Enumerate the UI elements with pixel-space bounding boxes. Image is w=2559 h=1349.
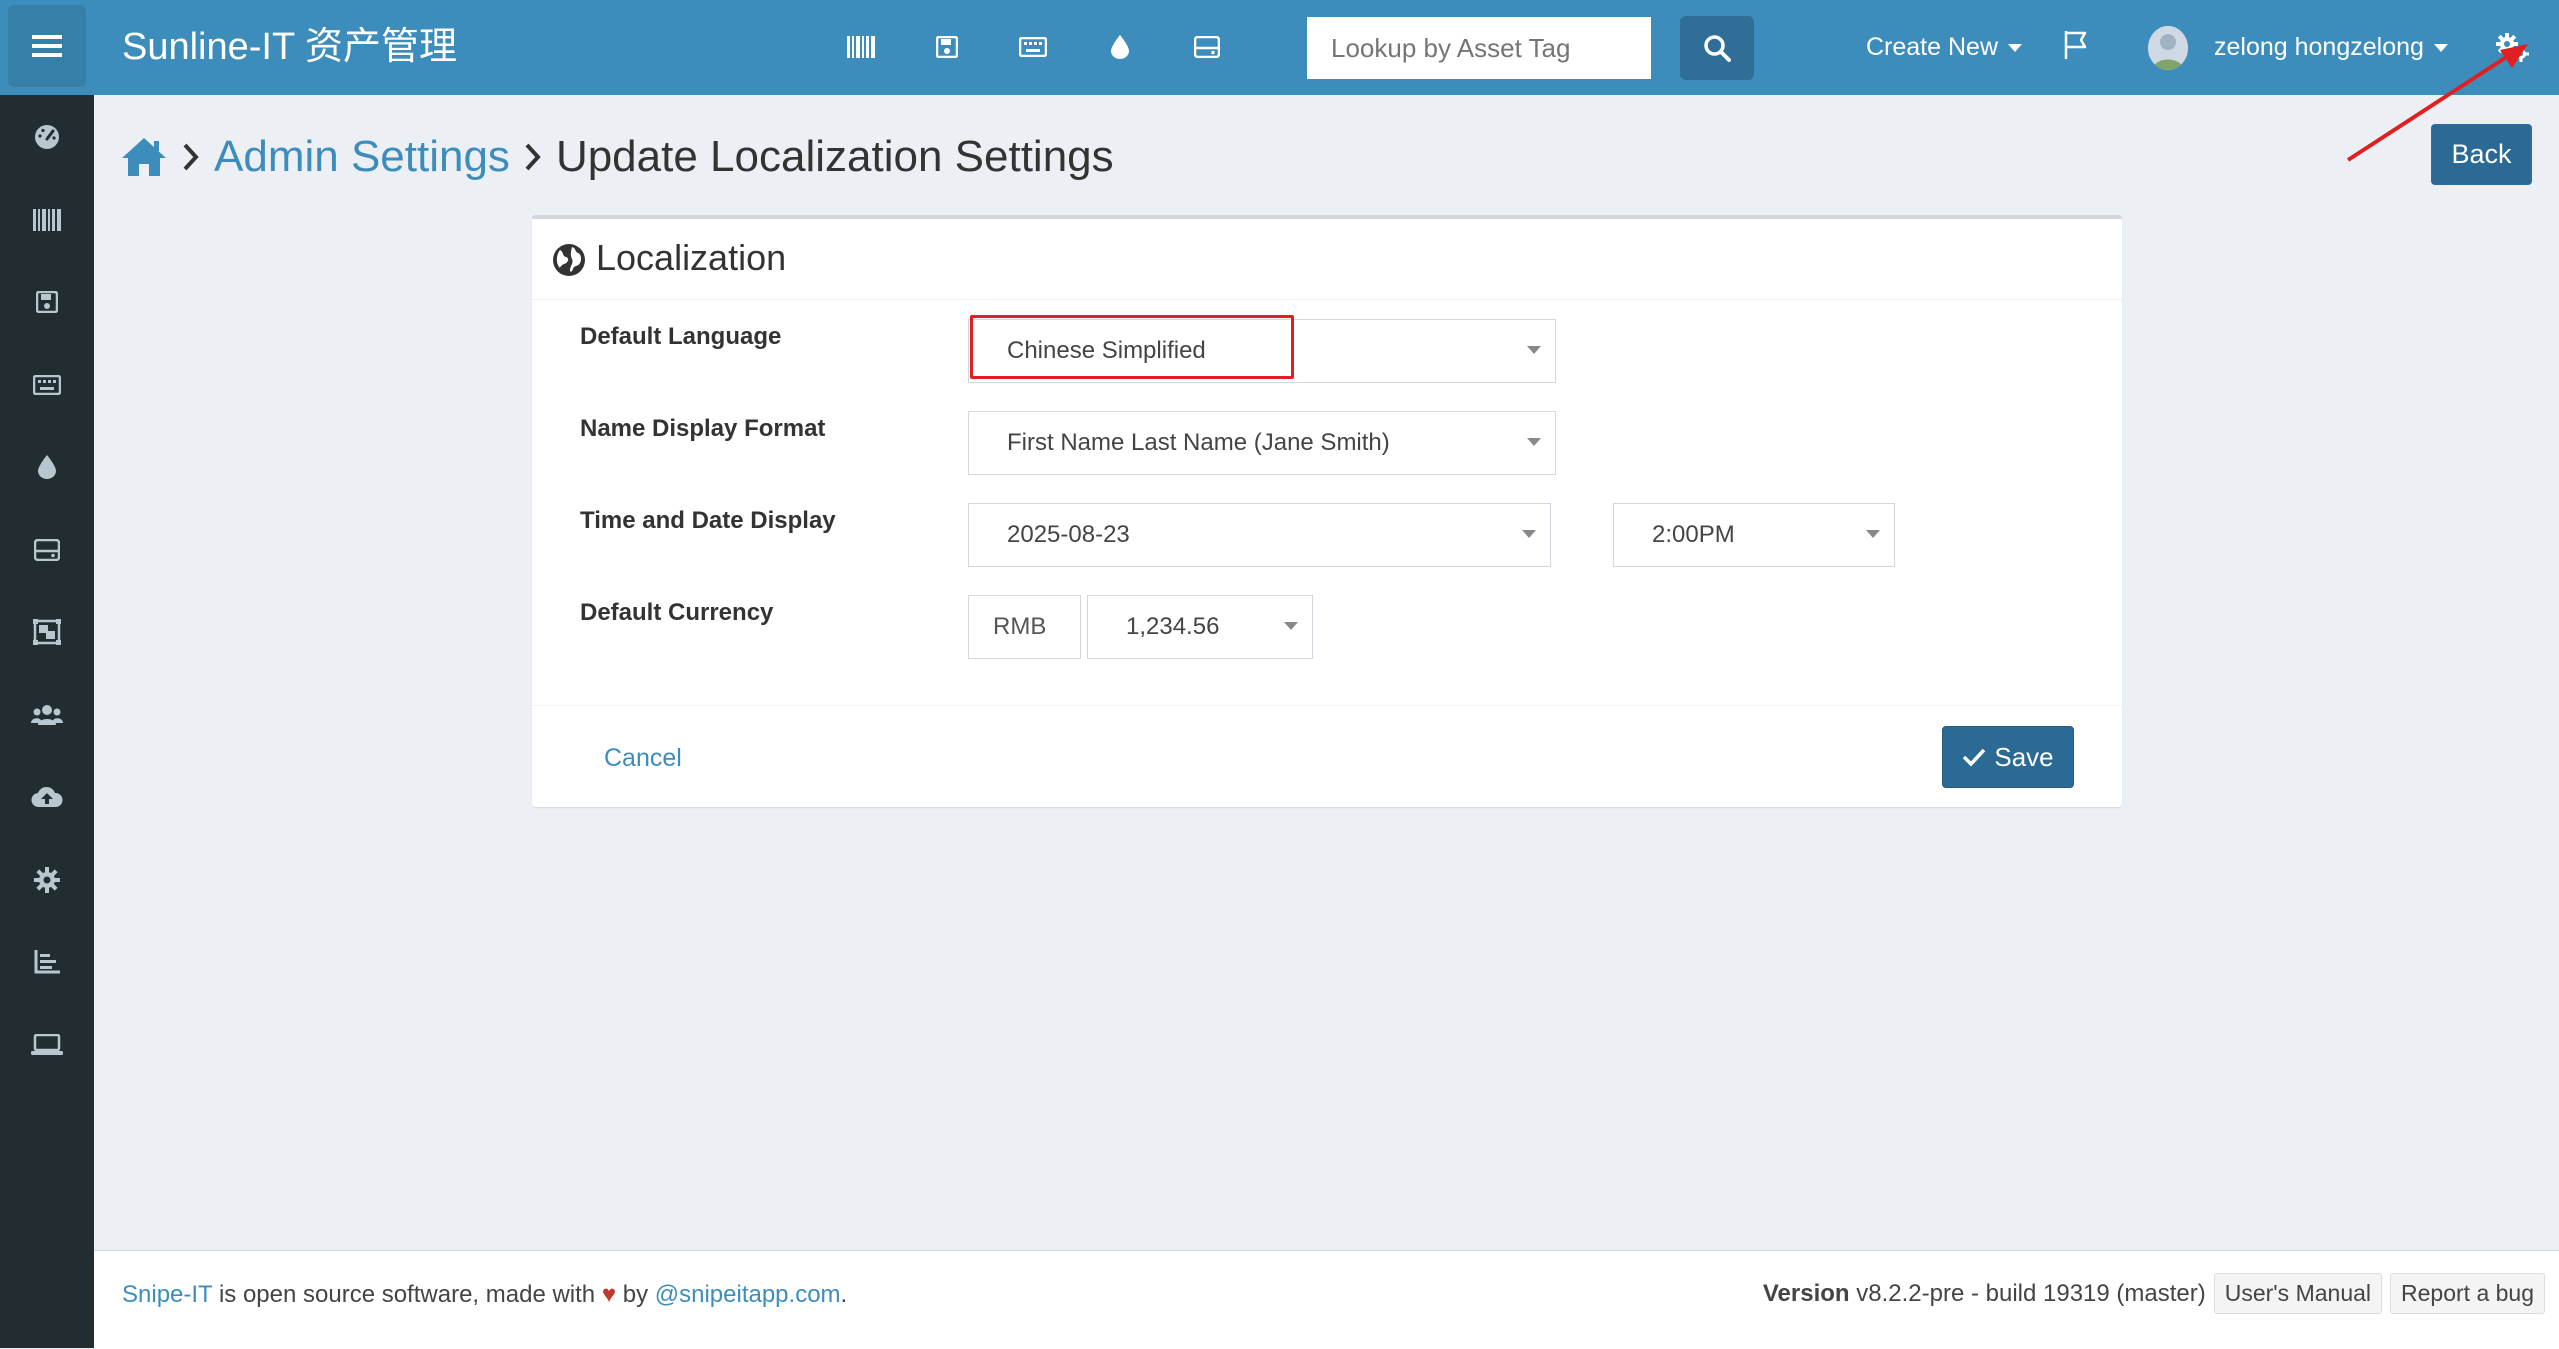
object-group-icon bbox=[33, 619, 61, 645]
card-header: Localization bbox=[532, 219, 2122, 300]
keyboard-icon bbox=[33, 375, 61, 395]
sidebar-item-requestable[interactable] bbox=[0, 1015, 94, 1075]
search-button[interactable] bbox=[1680, 16, 1754, 80]
footer-period: . bbox=[840, 1281, 848, 1308]
snipeitapp-link[interactable]: @snipeitapp.com bbox=[655, 1281, 841, 1308]
sidebar-item-settings[interactable] bbox=[0, 850, 94, 910]
name-display-format-select[interactable]: First Name Last Name (Jane Smith) bbox=[968, 411, 1556, 475]
check-icon bbox=[1963, 748, 1986, 767]
assets-nav-button[interactable] bbox=[838, 24, 884, 70]
chevron-down-icon bbox=[1866, 530, 1880, 538]
cancel-link[interactable]: Cancel bbox=[604, 744, 682, 773]
barcode-icon bbox=[33, 209, 61, 231]
accessories-nav-button[interactable] bbox=[1010, 24, 1056, 70]
time-format-value: 2:00PM bbox=[1652, 521, 1735, 548]
sidebar-item-licenses[interactable] bbox=[0, 272, 94, 332]
create-new-label: Create New bbox=[1866, 33, 1998, 61]
default-language-label: Default Language bbox=[580, 323, 782, 350]
droplet-icon bbox=[38, 455, 56, 479]
bar-chart-icon bbox=[34, 950, 60, 974]
back-button[interactable]: Back bbox=[2431, 124, 2532, 185]
card-title: Localization bbox=[596, 237, 787, 278]
currency-code-value: RMB bbox=[993, 613, 1047, 640]
default-currency-label: Default Currency bbox=[580, 599, 774, 626]
keyboard-icon bbox=[1019, 37, 1047, 57]
save-label: Save bbox=[1994, 741, 2054, 772]
hamburger-icon bbox=[32, 35, 62, 57]
flag-icon bbox=[2064, 31, 2087, 59]
laptop-icon bbox=[31, 1034, 63, 1055]
date-format-value: 2025-08-23 bbox=[1007, 521, 1130, 548]
currency-format-value: 1,234.56 bbox=[1126, 613, 1220, 640]
floppy-disk-icon bbox=[936, 36, 958, 58]
home-link[interactable] bbox=[120, 136, 168, 178]
sidebar-toggle-button[interactable] bbox=[8, 5, 86, 87]
report-bug-button[interactable]: Report a bug bbox=[2390, 1273, 2545, 1314]
globe-icon bbox=[553, 244, 585, 276]
date-format-select[interactable]: 2025-08-23 bbox=[968, 503, 1551, 567]
annotation-highlight-box bbox=[970, 315, 1294, 379]
card-footer: Cancel Save bbox=[532, 705, 2122, 808]
footer-text-1: is open source software, made with bbox=[212, 1281, 602, 1308]
chevron-down-icon bbox=[1527, 346, 1541, 354]
harddrive-icon bbox=[1194, 36, 1220, 58]
breadcrumb-admin-settings-link[interactable]: Admin Settings bbox=[214, 132, 510, 182]
gear-icon bbox=[34, 867, 60, 893]
page-title: Update Localization Settings bbox=[555, 132, 1114, 181]
footer-text-2: by bbox=[616, 1281, 655, 1308]
cloud-upload-icon bbox=[31, 786, 63, 808]
version-value: v8.2.2-pre - build 19319 (master) bbox=[1856, 1279, 2206, 1307]
sidebar-item-accessories[interactable] bbox=[0, 355, 94, 415]
search-icon bbox=[1704, 35, 1731, 62]
chevron-down-icon bbox=[2008, 44, 2022, 53]
dashboard-icon bbox=[35, 125, 59, 149]
chevron-down-icon bbox=[1522, 530, 1536, 538]
heart-icon: ♥ bbox=[601, 1281, 617, 1308]
consumables-nav-button[interactable] bbox=[1097, 24, 1143, 70]
version-label: Version bbox=[1762, 1279, 1850, 1307]
sidebar-item-reports[interactable] bbox=[0, 932, 94, 992]
chevron-right-icon bbox=[182, 142, 200, 172]
asset-tag-search-input[interactable] bbox=[1307, 17, 1651, 79]
users-icon bbox=[31, 705, 63, 725]
currency-code-input[interactable]: RMB bbox=[968, 595, 1081, 659]
barcode-icon bbox=[847, 36, 875, 58]
alerts-button[interactable] bbox=[2063, 30, 2089, 65]
time-format-select[interactable]: 2:00PM bbox=[1613, 503, 1895, 567]
top-navbar: Sunline-IT 资产管理 Lookup by Asset Tag Crea… bbox=[0, 0, 2559, 95]
save-button[interactable]: Save bbox=[1942, 726, 2074, 788]
footer-version-area: Version v8.2.2-pre - build 19319 (master… bbox=[1763, 1273, 2545, 1314]
user-avatar-icon bbox=[2148, 26, 2188, 70]
time-date-display-label: Time and Date Display bbox=[580, 507, 836, 534]
footer-credits: Snipe-IT is open source software, made w… bbox=[122, 1281, 847, 1309]
components-nav-button[interactable] bbox=[1184, 24, 1230, 70]
home-icon bbox=[122, 138, 166, 176]
licenses-nav-button[interactable] bbox=[924, 24, 970, 70]
localization-card: Localization Default Language Chinese Si… bbox=[532, 215, 2122, 807]
sidebar-item-consumables[interactable] bbox=[0, 437, 94, 497]
users-manual-button[interactable]: User's Manual bbox=[2213, 1273, 2383, 1314]
droplet-icon bbox=[1111, 35, 1129, 59]
sidebar-item-import[interactable] bbox=[0, 767, 94, 827]
sidebar-item-predefined-kits[interactable] bbox=[0, 602, 94, 662]
chevron-down-icon bbox=[1284, 622, 1298, 630]
snipe-it-link[interactable]: Snipe-IT bbox=[122, 1281, 212, 1308]
sidebar-item-dashboard[interactable] bbox=[0, 107, 94, 167]
currency-format-select[interactable]: 1,234.56 bbox=[1087, 595, 1313, 659]
sidebar-item-assets[interactable] bbox=[0, 190, 94, 250]
breadcrumb: Admin Settings Update Localization Setti… bbox=[120, 125, 1114, 189]
avatar[interactable] bbox=[2148, 26, 2188, 70]
chevron-right-icon bbox=[524, 142, 542, 172]
app-brand[interactable]: Sunline-IT 资产管理 bbox=[122, 0, 457, 95]
sidebar-item-components[interactable] bbox=[0, 520, 94, 580]
sidebar-item-people[interactable] bbox=[0, 685, 94, 745]
page-footer: Snipe-IT is open source software, made w… bbox=[94, 1250, 2559, 1349]
name-display-format-value: First Name Last Name (Jane Smith) bbox=[1007, 429, 1390, 456]
chevron-down-icon bbox=[1527, 438, 1541, 446]
harddrive-icon bbox=[34, 539, 60, 561]
floppy-disk-icon bbox=[36, 291, 58, 313]
name-display-format-label: Name Display Format bbox=[580, 415, 826, 442]
create-new-dropdown[interactable]: Create New bbox=[1866, 0, 2022, 95]
